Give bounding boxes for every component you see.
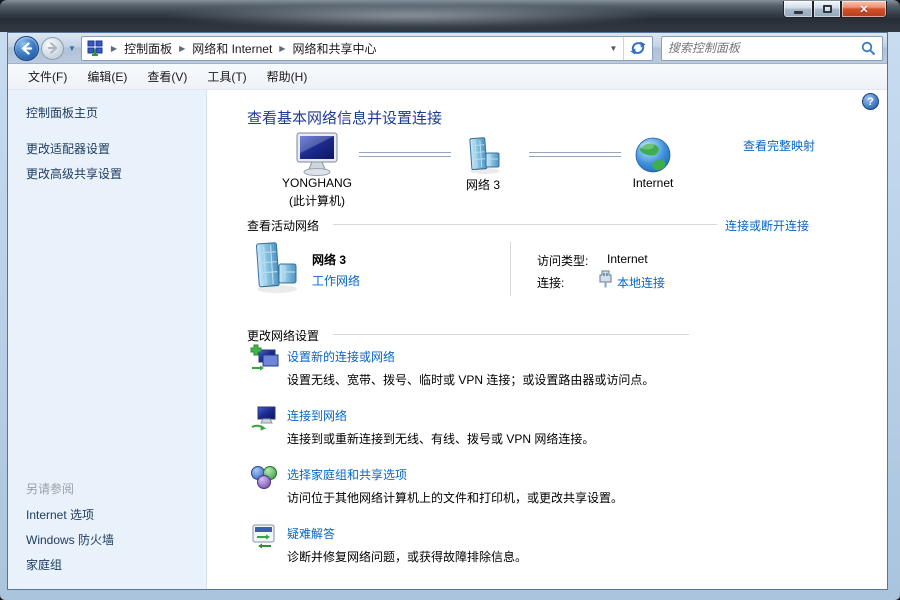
connection-label: 连接: xyxy=(537,274,564,291)
recent-pages-dropdown[interactable]: ▼ xyxy=(68,44,76,53)
menu-view[interactable]: 查看(V) xyxy=(137,64,197,89)
homegroup-sharing-options-link[interactable]: 选择家庭组和共享选项 xyxy=(287,466,407,483)
refresh-button[interactable] xyxy=(623,37,652,60)
forward-arrow-icon xyxy=(47,42,59,54)
section-rule xyxy=(333,224,717,225)
homegroup-icon xyxy=(249,462,279,492)
menu-file[interactable]: 文件(F) xyxy=(18,64,77,89)
access-type-label: 访问类型: xyxy=(537,252,588,269)
network-icon[interactable] xyxy=(461,136,505,178)
help-icon: ? xyxy=(867,96,874,108)
breadcrumb-separator-icon: ▶ xyxy=(104,44,124,53)
breadcrumb-separator-icon: ▶ xyxy=(272,44,292,53)
map-computer-sub: (此计算机) xyxy=(252,192,382,209)
breadcrumb-separator-icon: ▶ xyxy=(172,44,192,53)
map-connector-line xyxy=(359,152,451,157)
main-panel: ? 查看基本网络信息并设置连接 YONGHANG (此计算机) xyxy=(207,90,887,589)
navigation-toolbar: ▼ ▶ 控制面板 ▶ 网络和 Internet xyxy=(8,33,887,64)
search-icon[interactable] xyxy=(861,41,876,56)
minimize-button[interactable] xyxy=(783,1,813,18)
network-type-link[interactable]: 工作网络 xyxy=(312,272,360,289)
close-button[interactable]: ✕ xyxy=(841,1,887,18)
address-bar[interactable]: ▶ 控制面板 ▶ 网络和 Internet ▶ 网络和共享中心 ▼ xyxy=(81,36,653,61)
ethernet-cable-icon xyxy=(599,270,612,288)
change-settings-header: 更改网络设置 xyxy=(247,327,319,344)
map-computer-name: YONGHANG xyxy=(252,176,382,190)
sidebar-item-control-panel-home[interactable]: 控制面板主页 xyxy=(26,104,98,121)
new-connection-icon xyxy=(249,344,279,374)
back-button[interactable] xyxy=(14,36,39,61)
see-full-map-link[interactable]: 查看完整映射 xyxy=(743,137,815,154)
page-title: 查看基本网络信息并设置连接 xyxy=(247,107,442,128)
connect-disconnect-link[interactable]: 连接或断开连接 xyxy=(725,217,809,234)
map-network-name: 网络 3 xyxy=(428,176,538,193)
sidebar-item-change-adapter-settings[interactable]: 更改适配器设置 xyxy=(26,140,110,157)
minimize-icon xyxy=(794,11,803,14)
help-button[interactable]: ? xyxy=(862,93,879,110)
forward-button[interactable] xyxy=(41,37,64,60)
menu-bar: 文件(F) 编辑(E) 查看(V) 工具(T) 帮助(H) xyxy=(8,64,887,90)
maximize-icon xyxy=(823,5,832,13)
troubleshoot-desc: 诊断并修复网络问题，或获得故障排除信息。 xyxy=(287,548,527,565)
menu-tools[interactable]: 工具(T) xyxy=(197,64,256,89)
menu-help[interactable]: 帮助(H) xyxy=(257,64,318,89)
setup-new-connection-desc: 设置无线、宽带、拨号、临时或 VPN 连接；或设置路由器或访问点。 xyxy=(287,371,654,388)
local-connection-link[interactable]: 本地连接 xyxy=(617,274,665,291)
menu-edit[interactable]: 编辑(E) xyxy=(77,64,137,89)
active-networks-header: 查看活动网络 xyxy=(247,217,319,234)
setup-new-connection-link[interactable]: 设置新的连接或网络 xyxy=(287,348,395,365)
search-input[interactable] xyxy=(668,41,861,55)
title-bar xyxy=(0,0,900,32)
connect-network-icon xyxy=(249,403,279,433)
app-window: ✕ ▼ xyxy=(0,0,900,600)
active-network-icon xyxy=(245,240,305,298)
card-divider xyxy=(510,242,511,296)
homegroup-sharing-options-desc: 访问位于其他网络计算机上的文件和打印机，或更改共享设置。 xyxy=(287,489,623,506)
map-internet-label: Internet xyxy=(598,176,708,190)
breadcrumb-item-network-sharing-center[interactable]: 网络和共享中心 xyxy=(292,40,376,57)
access-type-value: Internet xyxy=(607,252,648,266)
active-network-name: 网络 3 xyxy=(312,251,346,268)
connect-to-network-link[interactable]: 连接到网络 xyxy=(287,407,347,424)
sidebar: 控制面板主页 更改适配器设置 更改高级共享设置 另请参阅 Internet 选项… xyxy=(8,90,207,589)
see-also-header: 另请参阅 xyxy=(26,480,74,497)
internet-globe-icon[interactable] xyxy=(633,136,673,176)
breadcrumb-item-control-panel[interactable]: 控制面板 xyxy=(124,40,172,57)
troubleshoot-icon xyxy=(249,521,279,551)
breadcrumb-item-network-internet[interactable]: 网络和 Internet xyxy=(192,40,272,57)
section-rule xyxy=(333,334,689,335)
map-connector-line xyxy=(529,152,621,157)
sidebar-item-internet-options[interactable]: Internet 选项 xyxy=(26,506,94,523)
network-center-icon xyxy=(87,40,104,56)
search-box[interactable] xyxy=(661,36,883,61)
back-arrow-icon xyxy=(20,42,33,55)
sidebar-item-windows-firewall[interactable]: Windows 防火墙 xyxy=(26,531,114,548)
refresh-icon xyxy=(630,40,646,56)
address-dropdown-button[interactable]: ▼ xyxy=(604,37,623,60)
close-icon: ✕ xyxy=(859,3,868,16)
breadcrumb: ▶ 控制面板 ▶ 网络和 Internet ▶ 网络和共享中心 xyxy=(82,37,604,60)
troubleshoot-link[interactable]: 疑难解答 xyxy=(287,525,335,542)
connect-to-network-desc: 连接到或重新连接到无线、有线、拨号或 VPN 网络连接。 xyxy=(287,430,594,447)
sidebar-item-change-advanced-sharing[interactable]: 更改高级共享设置 xyxy=(26,165,122,182)
computer-icon[interactable] xyxy=(294,132,340,178)
sidebar-item-homegroup[interactable]: 家庭组 xyxy=(26,556,62,573)
maximize-button[interactable] xyxy=(813,1,841,18)
